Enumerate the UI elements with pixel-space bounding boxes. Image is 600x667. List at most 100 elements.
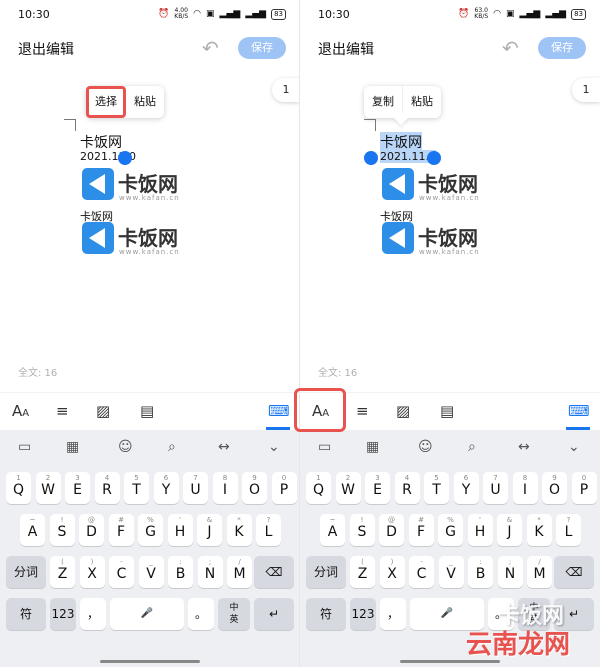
cursor-move-icon[interactable]: ↔ <box>218 439 230 455</box>
page-number-badge[interactable]: 1 <box>272 78 300 102</box>
cursor-handle[interactable] <box>118 151 132 165</box>
key-k[interactable]: * K <box>526 514 552 546</box>
selection-start-handle[interactable] <box>364 151 378 165</box>
space-bar[interactable]: 🎤 <box>110 598 184 630</box>
number-key[interactable]: 123 <box>350 598 376 630</box>
key-f[interactable]: # F <box>108 514 134 546</box>
clipboard-icon[interactable]: ▭ <box>318 439 331 455</box>
save-button[interactable]: 保存 <box>238 37 286 59</box>
key-u[interactable]: 7U <box>183 472 208 504</box>
key-a[interactable]: ~ A <box>320 514 345 546</box>
language-switch-key[interactable]: 中英 <box>218 598 250 630</box>
key-b[interactable]: :B <box>168 556 193 588</box>
key-d[interactable]: @ D <box>379 514 404 546</box>
comma-key[interactable]: ， <box>80 598 106 630</box>
word-segment-key[interactable]: 分词 <box>6 556 46 588</box>
key-h[interactable]: ' H <box>467 514 493 546</box>
key-x[interactable]: ) X <box>79 556 105 588</box>
key-v[interactable]: _ V <box>438 556 464 588</box>
symbol-key[interactable]: 符 <box>6 598 46 630</box>
key-w[interactable]: 2W <box>335 472 361 504</box>
copy-button[interactable]: 复制 <box>364 86 402 118</box>
key-g[interactable]: % G <box>438 514 463 546</box>
key-e[interactable]: 3E <box>365 472 390 504</box>
emoji-icon[interactable]: ☺ <box>118 439 133 455</box>
key-h[interactable]: ' H <box>167 514 193 546</box>
key-d[interactable]: @ D <box>79 514 104 546</box>
key-b[interactable]: :B <box>468 556 493 588</box>
paragraph-icon[interactable]: ≡ <box>356 402 369 420</box>
key-s[interactable]: ! S <box>349 514 375 546</box>
font-size-icon[interactable]: AA <box>12 402 29 420</box>
checklist-icon[interactable]: ▤ <box>140 402 154 420</box>
image-icon[interactable]: ▨ <box>96 402 110 420</box>
search-icon[interactable]: ⌕ <box>468 439 476 455</box>
selection-end-handle[interactable] <box>427 151 441 165</box>
key-u[interactable]: 7U <box>483 472 508 504</box>
keyboard-layout-icon[interactable]: ▦ <box>66 439 79 455</box>
keyboard-icon[interactable]: ⌨ <box>268 402 290 420</box>
number-key[interactable]: 123 <box>50 598 76 630</box>
undo-icon[interactable]: ↶ <box>202 36 219 60</box>
key-a[interactable]: ~ A <box>20 514 45 546</box>
backspace-icon[interactable]: ⌫ <box>554 556 594 588</box>
key-z[interactable]: (Z <box>350 556 375 588</box>
collapse-icon[interactable]: ⌄ <box>568 439 580 455</box>
key-q[interactable]: 1Q <box>306 472 331 504</box>
key-c[interactable]: -C <box>409 556 434 588</box>
key-t[interactable]: 5T <box>424 472 449 504</box>
key-j[interactable]: & J <box>497 514 522 546</box>
key-k[interactable]: * K <box>226 514 252 546</box>
key-q[interactable]: 1Q <box>6 472 31 504</box>
doc-title-selected[interactable]: 卡饭网 <box>380 132 422 152</box>
paragraph-icon[interactable]: ≡ <box>56 402 69 420</box>
keyboard-layout-icon[interactable]: ▦ <box>366 439 379 455</box>
undo-icon[interactable]: ↶ <box>502 36 519 60</box>
symbol-key[interactable]: 符 <box>306 598 346 630</box>
key-p[interactable]: 0P <box>271 472 297 504</box>
key-c[interactable]: -C <box>109 556 134 588</box>
key-r[interactable]: 4R <box>394 472 420 504</box>
paste-button[interactable]: 粘贴 <box>126 86 164 118</box>
key-e[interactable]: 3E <box>65 472 90 504</box>
key-r[interactable]: 4R <box>94 472 120 504</box>
key-g[interactable]: % G <box>138 514 163 546</box>
key-o[interactable]: 9O <box>542 472 567 504</box>
enter-icon[interactable]: ↵ <box>254 598 294 630</box>
key-s[interactable]: ! S <box>49 514 75 546</box>
image-icon[interactable]: ▨ <box>396 402 410 420</box>
backspace-icon[interactable]: ⌫ <box>254 556 294 588</box>
key-m[interactable]: / M <box>527 556 552 588</box>
word-segment-key[interactable]: 分词 <box>306 556 346 588</box>
key-y[interactable]: 6Y <box>153 472 179 504</box>
select-button[interactable]: 选择 <box>86 86 126 118</box>
cursor-move-icon[interactable]: ↔ <box>518 439 530 455</box>
key-j[interactable]: & J <box>197 514 222 546</box>
key-t[interactable]: 5T <box>124 472 149 504</box>
key-i[interactable]: 8I <box>512 472 538 504</box>
key-z[interactable]: (Z <box>50 556 75 588</box>
exit-edit-button[interactable]: 退出编辑 <box>18 39 74 59</box>
key-n[interactable]: ; N <box>497 556 523 588</box>
key-m[interactable]: / M <box>227 556 252 588</box>
key-l[interactable]: ? L <box>556 514 581 546</box>
key-i[interactable]: 8I <box>212 472 238 504</box>
period-key[interactable]: 。 <box>188 598 214 630</box>
save-button[interactable]: 保存 <box>538 37 586 59</box>
checklist-icon[interactable]: ▤ <box>440 402 454 420</box>
key-o[interactable]: 9O <box>242 472 267 504</box>
keyboard-icon[interactable]: ⌨ <box>568 402 590 420</box>
comma-key[interactable]: ， <box>380 598 406 630</box>
page-number-badge[interactable]: 1 <box>572 78 600 102</box>
exit-edit-button[interactable]: 退出编辑 <box>318 39 374 59</box>
key-n[interactable]: ; N <box>197 556 223 588</box>
clipboard-icon[interactable]: ▭ <box>18 439 31 455</box>
key-w[interactable]: 2W <box>35 472 61 504</box>
emoji-icon[interactable]: ☺ <box>418 439 433 455</box>
key-p[interactable]: 0P <box>571 472 597 504</box>
paste-button[interactable]: 粘贴 <box>403 86 441 118</box>
key-f[interactable]: # F <box>408 514 434 546</box>
key-v[interactable]: _ V <box>138 556 164 588</box>
key-l[interactable]: ? L <box>256 514 281 546</box>
key-x[interactable]: ) X <box>379 556 405 588</box>
